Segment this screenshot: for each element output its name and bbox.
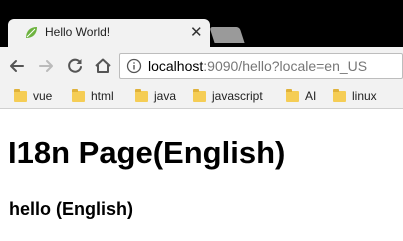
- tab-title: Hello World!: [45, 25, 111, 39]
- tab-hello-world[interactable]: Hello World! ✕: [8, 19, 210, 47]
- page-subheading: hello (English): [9, 199, 133, 219]
- bookmark-label: java: [154, 89, 177, 103]
- url-text: localhost:9090/hello?locale=en_US: [148, 58, 367, 74]
- page-heading: I18n Page(English): [8, 135, 286, 170]
- folder-icon: [135, 89, 148, 102]
- home-icon: [95, 58, 111, 73]
- folder-icon: [72, 89, 85, 102]
- back-button[interactable]: [6, 55, 28, 77]
- tab-strip: Hello World! ✕: [0, 0, 403, 47]
- bookmark-label: vue: [33, 89, 53, 103]
- reload-icon: [68, 58, 82, 73]
- bookmark-label: javascript: [212, 89, 263, 103]
- spring-leaf-icon: [26, 27, 37, 38]
- home-button[interactable]: [92, 55, 114, 77]
- url-path: :9090/hello?locale=en_US: [203, 58, 368, 74]
- folder-icon: [14, 89, 27, 102]
- back-arrow-icon: [10, 60, 24, 72]
- bookmark-label: linux: [352, 89, 377, 103]
- tab-close-button[interactable]: ✕: [190, 24, 203, 40]
- folder-icon: [333, 89, 346, 102]
- url-host: localhost: [148, 58, 204, 74]
- forward-button[interactable]: [35, 55, 57, 77]
- new-tab-button[interactable]: [209, 27, 245, 43]
- page-info-icon[interactable]: [126, 58, 142, 74]
- address-bar[interactable]: localhost:9090/hello?locale=en_US: [119, 53, 403, 79]
- folder-icon: [193, 89, 206, 102]
- bookmark-label: AI: [305, 89, 317, 103]
- bookmark-label: html: [91, 89, 114, 103]
- browser-toolbar: localhost:9090/hello?locale=en_US: [0, 47, 403, 85]
- page-content: I18n Page(English) hello (English): [0, 109, 403, 241]
- forward-arrow-icon: [39, 60, 53, 72]
- bookmarks-bar: vue html java javascript AI linux: [0, 85, 403, 109]
- folder-icon: [286, 89, 299, 102]
- reload-button[interactable]: [64, 55, 86, 77]
